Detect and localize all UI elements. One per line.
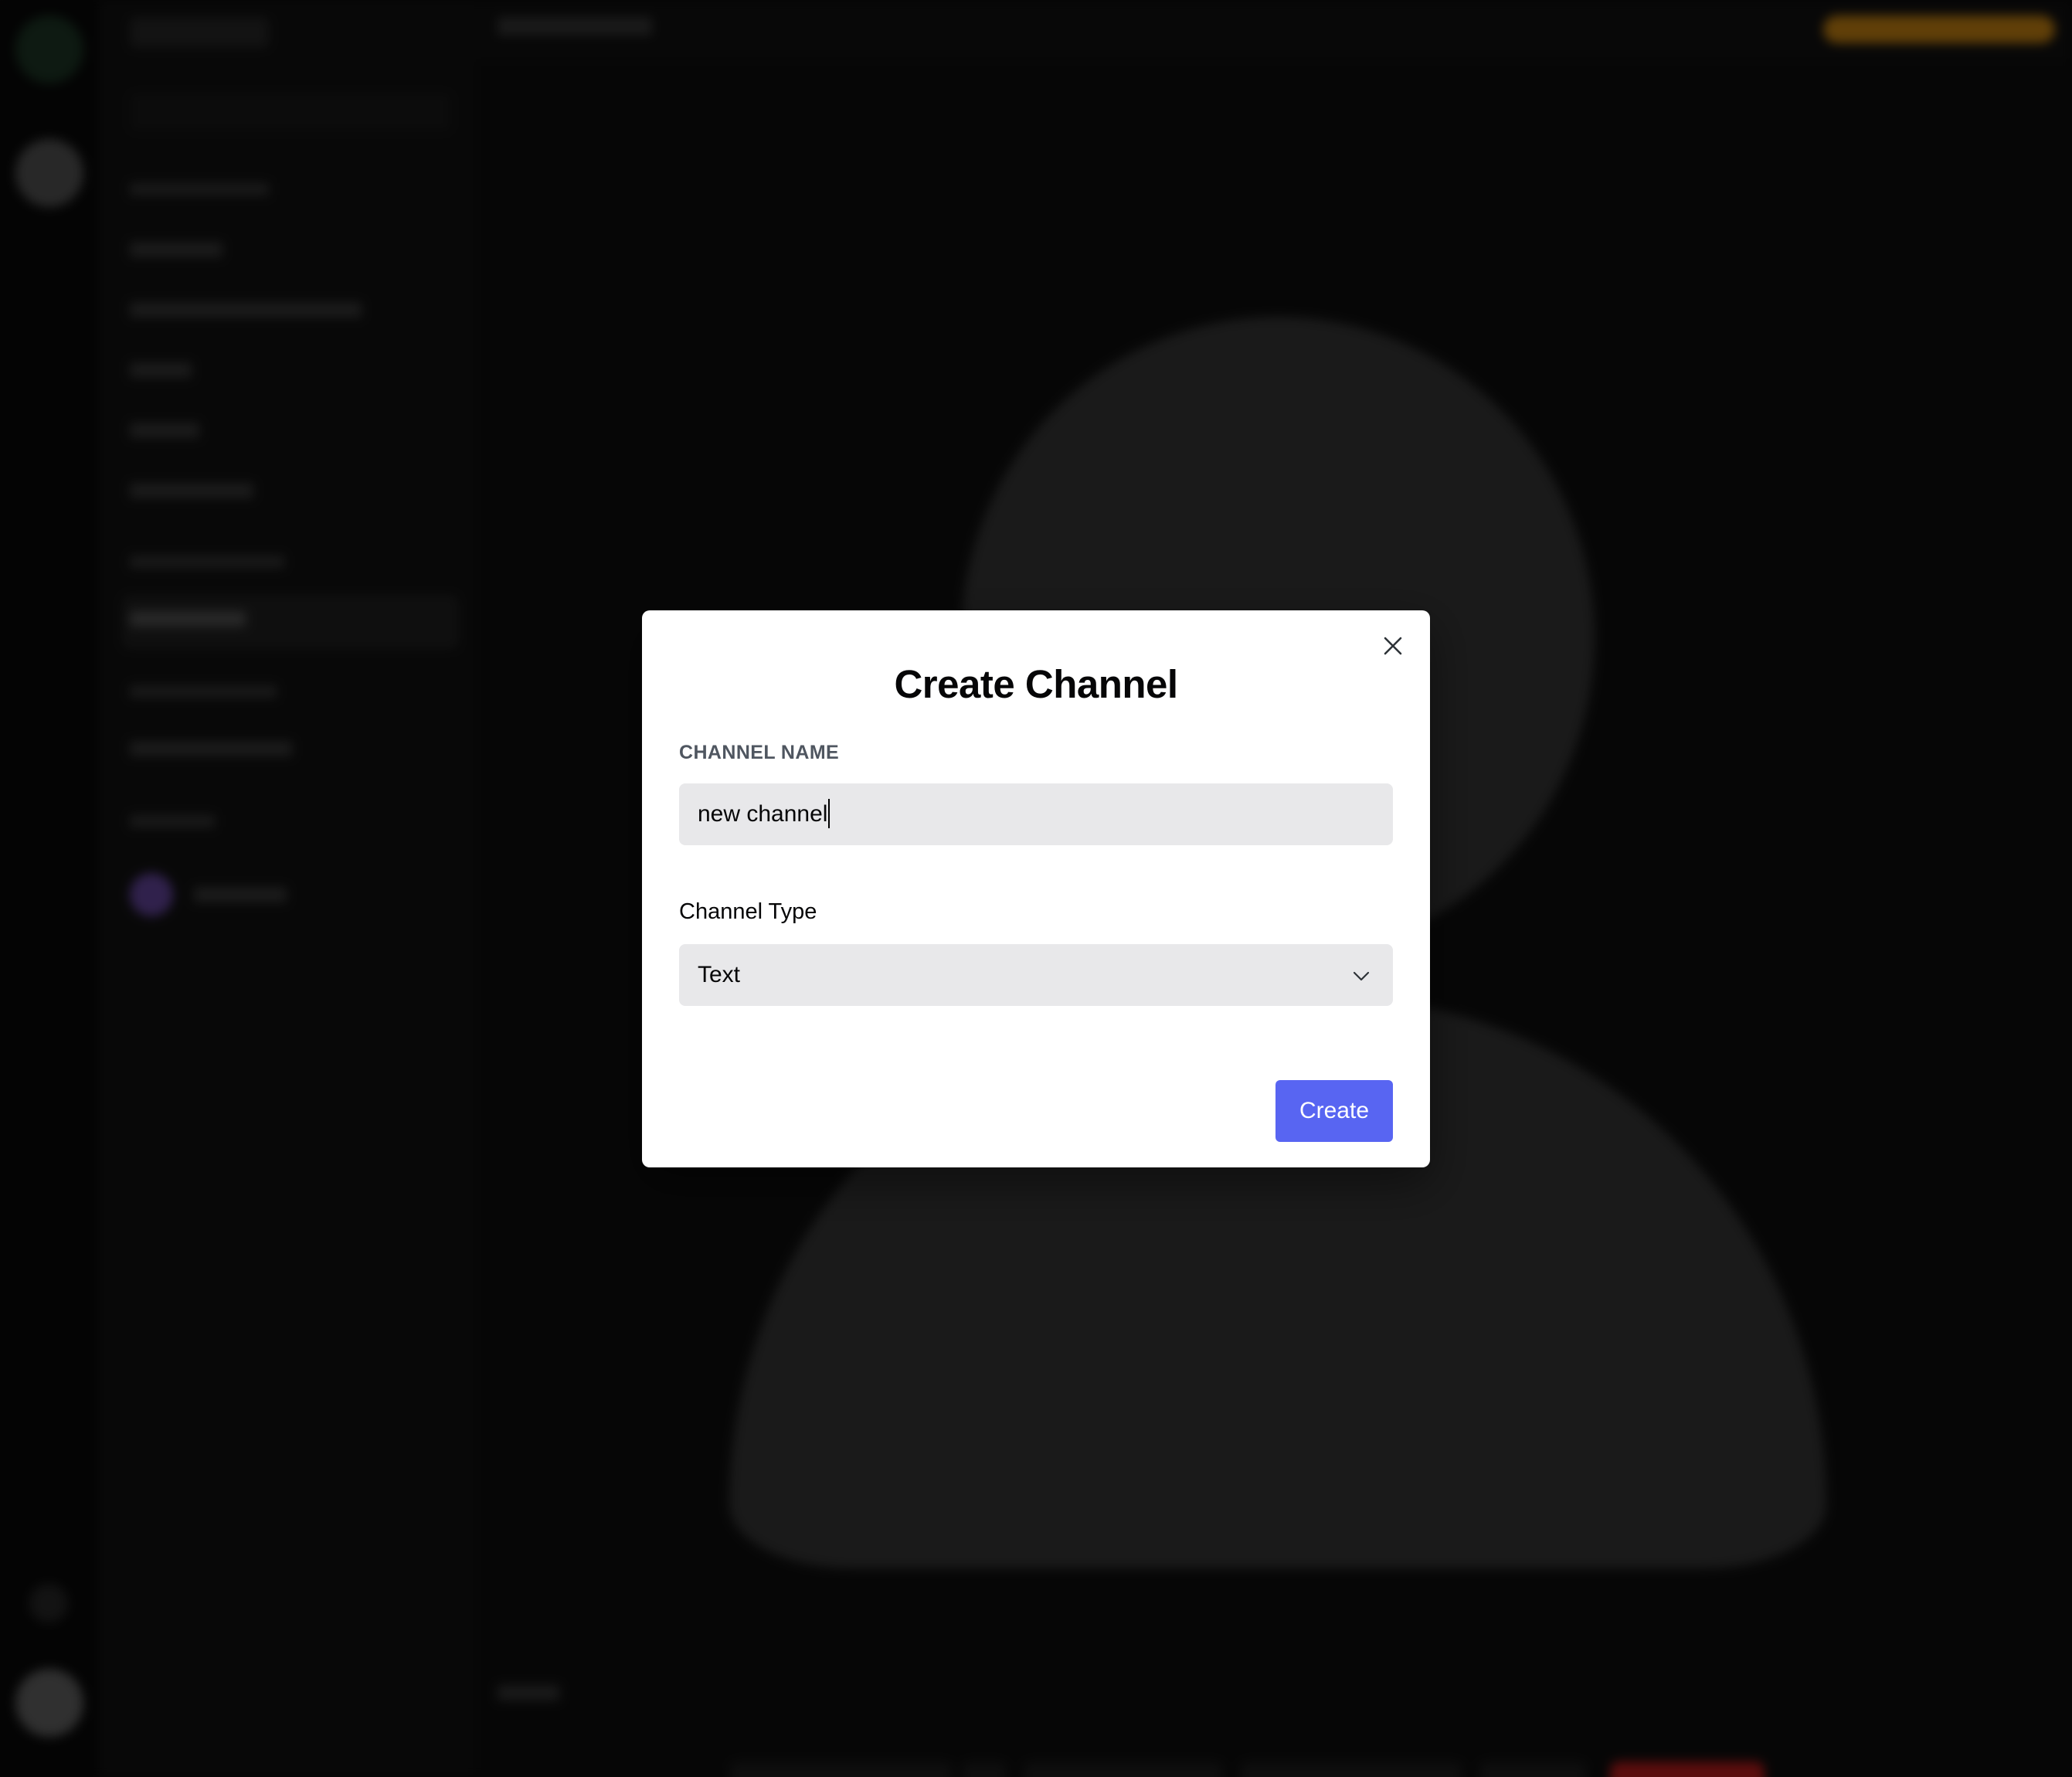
text-caret [828, 799, 830, 829]
channel-name-label: CHANNEL NAME [679, 742, 840, 763]
create-channel-modal: Create Channel CHANNEL NAME new channel … [642, 610, 1430, 1167]
modal-title: Create Channel [894, 662, 1178, 706]
channel-name-value: new channel [698, 801, 828, 827]
channel-type-select[interactable]: Text [679, 944, 1393, 1006]
close-button[interactable] [1374, 627, 1411, 664]
chevron-down-icon [1353, 971, 1370, 981]
channel-type-label: Channel Type [679, 899, 817, 924]
close-icon [1384, 637, 1402, 655]
create-button[interactable]: Create [1275, 1080, 1393, 1142]
channel-type-value: Text [698, 962, 741, 987]
channel-name-input[interactable]: new channel [679, 783, 1393, 845]
